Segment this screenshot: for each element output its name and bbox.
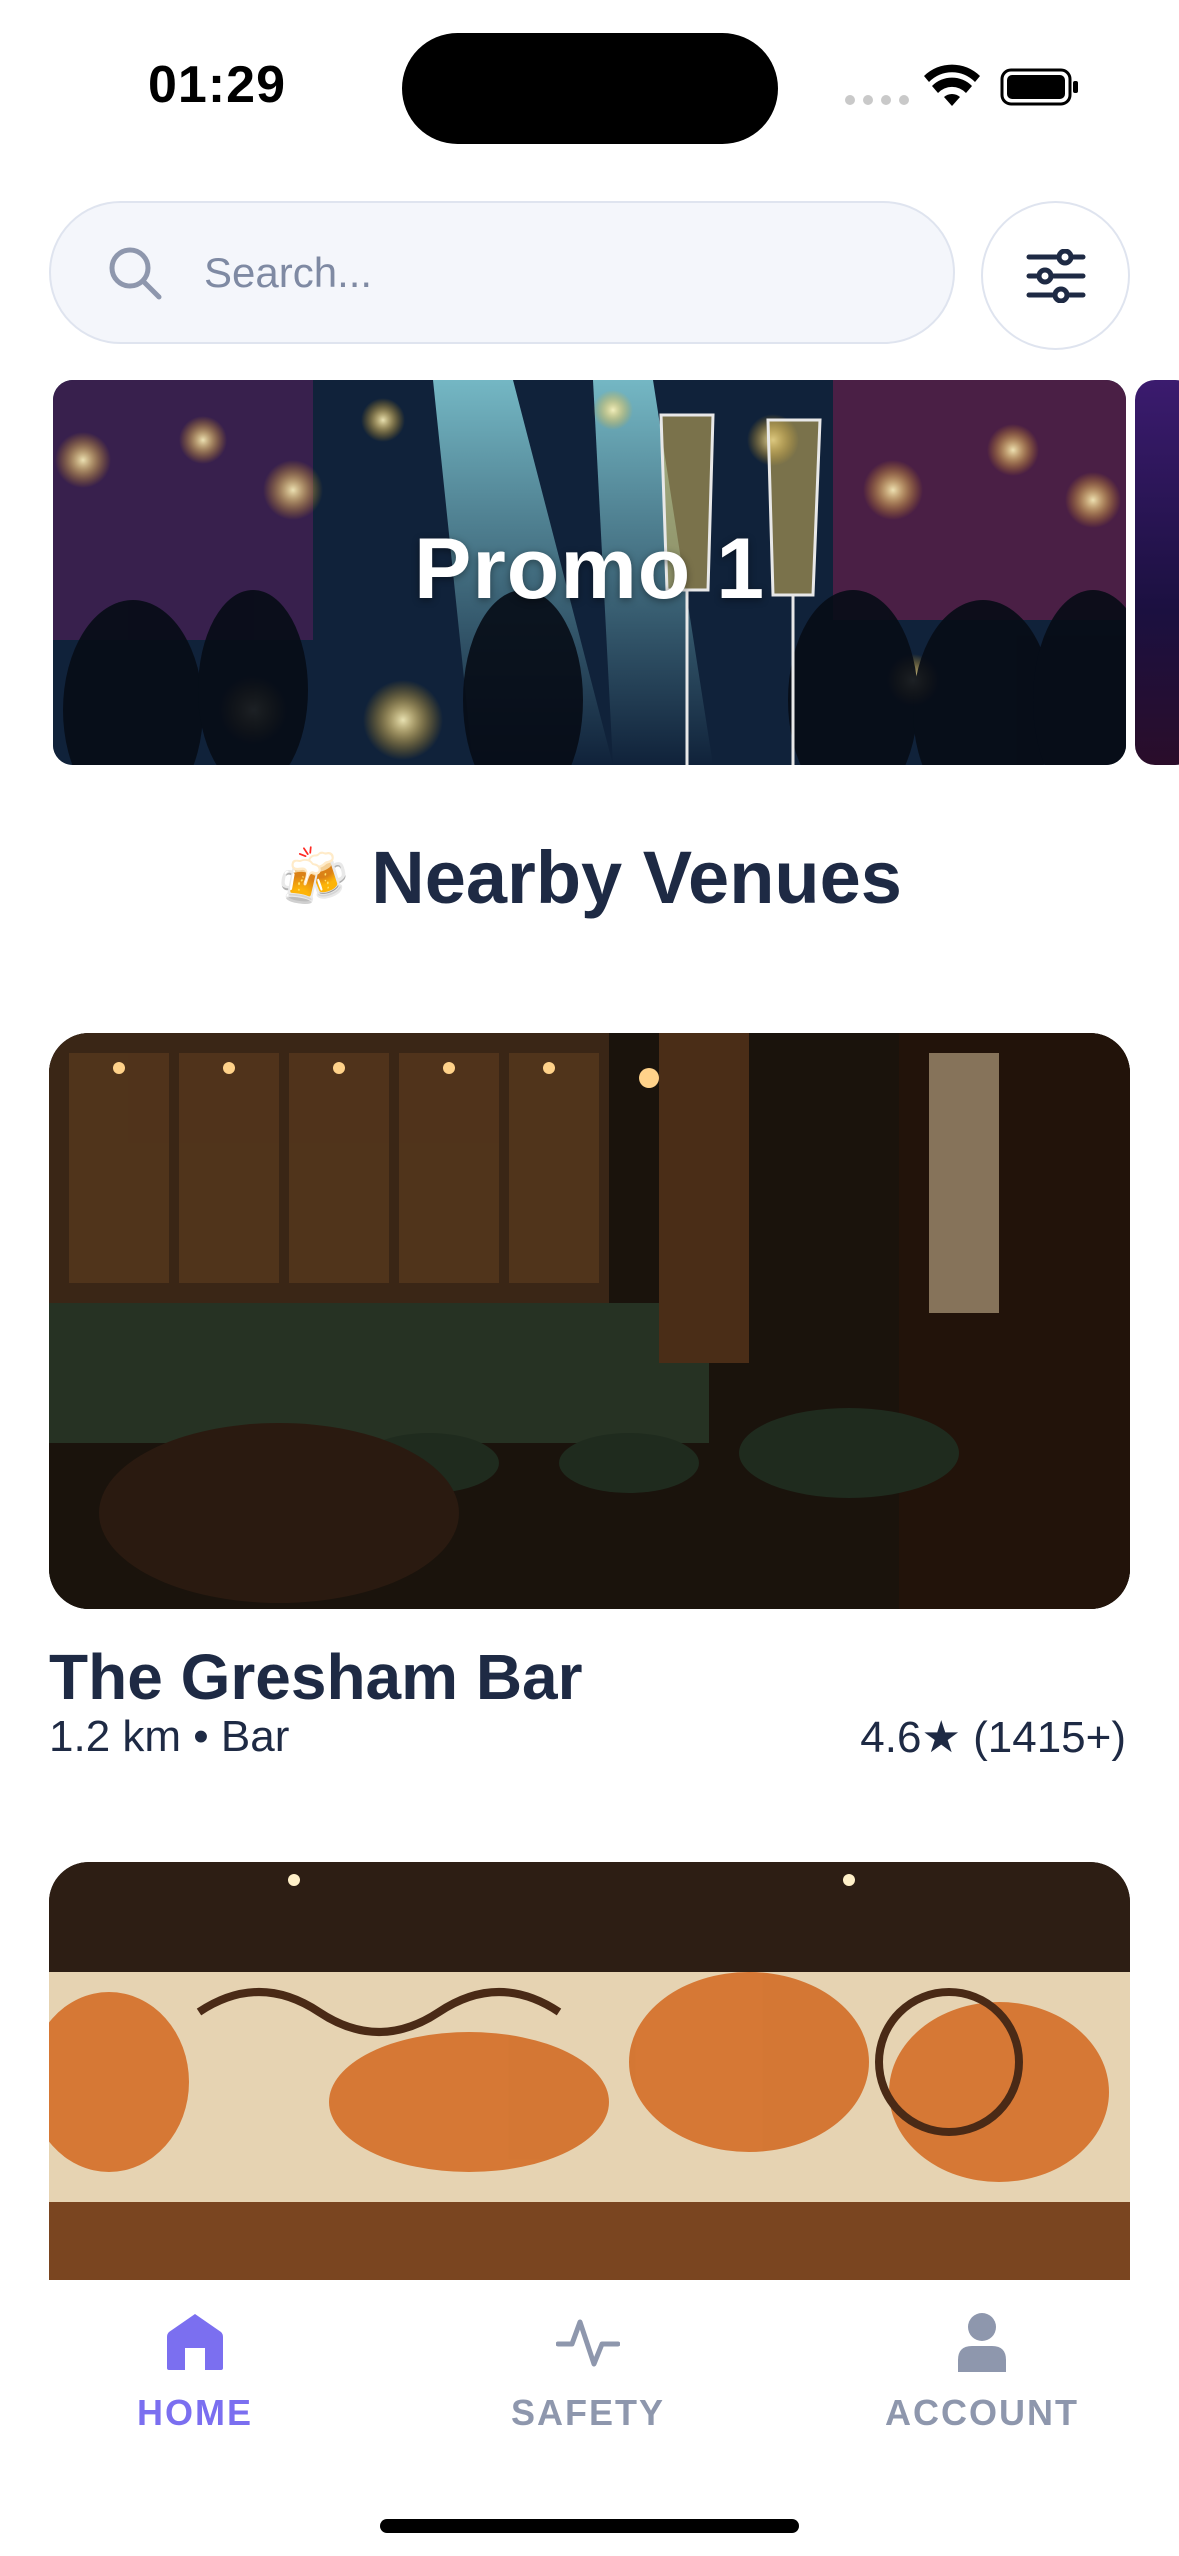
tab-safety[interactable]: SAFETY: [468, 2310, 708, 2434]
promo-title: Promo 1: [413, 521, 766, 617]
user-icon: [958, 2313, 1006, 2372]
promo-banner[interactable]: Promo 1: [53, 380, 1126, 765]
venue-name[interactable]: The Gresham Bar: [49, 1640, 583, 1714]
section-title: Nearby Venues: [371, 836, 902, 919]
filter-button[interactable]: [981, 201, 1130, 350]
home-icon: [167, 2314, 223, 2370]
pulse-icon: [556, 2319, 620, 2367]
tab-account[interactable]: ACCOUNT: [862, 2310, 1102, 2434]
tab-safety-label: SAFETY: [510, 2392, 665, 2433]
search-icon: [109, 247, 162, 299]
venue-rating: 4.6★ (1415+): [860, 1713, 1126, 1762]
venue-distance-category: 1.2 km • Bar: [49, 1712, 290, 1761]
tab-home[interactable]: HOME: [75, 2310, 315, 2434]
cellular-signal-icon: [845, 95, 909, 105]
section-heading: 🍻 Nearby Venues: [0, 835, 1179, 920]
app-screen: 01:29 Search... Promo 1 🍻 Nearby Venues …: [0, 0, 1179, 2556]
battery-icon: [1000, 68, 1078, 106]
status-time: 01:29: [148, 56, 286, 114]
promo-banner-next[interactable]: [1135, 380, 1179, 765]
tab-bar: HOME SAFETY ACCOUNT: [0, 2280, 1179, 2556]
tab-home-label: HOME: [137, 2392, 253, 2433]
search-input[interactable]: [204, 248, 904, 297]
home-indicator: [380, 2519, 799, 2533]
venue-photo: [49, 1862, 1130, 2282]
venue-image[interactable]: [49, 1862, 1130, 2282]
wifi-icon: [924, 64, 980, 106]
beer-mugs-icon: 🍻: [277, 845, 350, 910]
venue-image[interactable]: [49, 1033, 1130, 1609]
search-bar[interactable]: [49, 201, 955, 344]
venue-photo: [49, 1033, 1130, 1609]
tab-account-label: ACCOUNT: [885, 2392, 1079, 2433]
dynamic-island: [402, 33, 778, 144]
sliders-icon: [1026, 248, 1085, 303]
